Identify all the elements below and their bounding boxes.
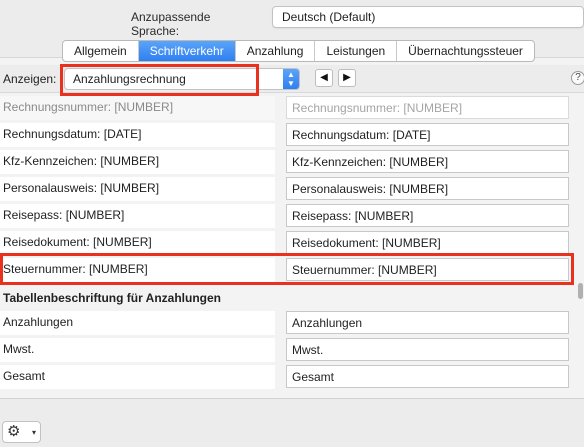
row-label-rechnungsnummer: Rechnungsnummer: [NUMBER] — [0, 96, 275, 120]
row-input-rechnungsnummer[interactable]: Rechnungsnummer: [NUMBER] — [286, 96, 569, 119]
row-label-kfz-kennzeichen: Kfz-Kennzeichen: [NUMBER] — [0, 150, 275, 174]
table-row-input-anzahlungen[interactable]: Anzahlungen — [286, 311, 569, 334]
show-label: Anzeigen: — [3, 72, 57, 86]
bottom-bar — [0, 398, 584, 447]
row-label-steuernummer: Steuernummer: [NUMBER] — [0, 258, 275, 282]
tab-allgemein[interactable]: Allgemein — [63, 41, 139, 61]
next-button[interactable]: ▶ — [338, 69, 356, 87]
row-input-rechnungsdatum[interactable]: Rechnungsdatum: [DATE] — [286, 123, 569, 146]
table-row-label-gesamt: Gesamt — [0, 365, 275, 389]
gear-icon: ⚙ — [7, 423, 21, 440]
table-row-label-mwst: Mwst. — [0, 338, 275, 362]
row-label-reisedokument: Reisedokument: [NUMBER] — [0, 231, 275, 255]
tab-schriftverkehr[interactable]: Schriftverkehr — [138, 41, 236, 61]
tab-bar: Allgemein Schriftverkehr Anzahlung Leist… — [62, 40, 535, 62]
chevron-down-icon: ▾ — [31, 428, 36, 437]
row-input-reisepass[interactable]: Reisepass: [NUMBER] — [286, 204, 569, 227]
help-icon[interactable]: ? — [571, 71, 584, 85]
row-input-kfz-kennzeichen[interactable]: Kfz-Kennzeichen: [NUMBER] — [286, 150, 569, 173]
gear-menu-button[interactable]: ⚙ ▾ — [2, 421, 41, 443]
chevron-updown-icon: ▲ ▼ — [283, 69, 299, 89]
tab-leistungen[interactable]: Leistungen — [315, 41, 398, 61]
row-input-personalausweis[interactable]: Personalausweis: [NUMBER] — [286, 177, 569, 200]
document-type-select[interactable]: Anzahlungsrechnung ▲ ▼ — [64, 68, 300, 90]
table-row-input-mwst[interactable]: Mwst. — [286, 338, 569, 361]
section-title: Tabellenbeschriftung für Anzahlungen — [3, 291, 222, 305]
tab-anzahlung[interactable]: Anzahlung — [236, 41, 316, 61]
scrollbar-thumb[interactable] — [578, 283, 583, 299]
row-input-reisedokument[interactable]: Reisedokument: [NUMBER] — [286, 231, 569, 254]
language-select[interactable]: Deutsch (Default) — [272, 6, 584, 28]
previous-button[interactable]: ◀ — [315, 69, 333, 87]
row-label-reisepass: Reisepass: [NUMBER] — [0, 204, 275, 228]
row-input-steuernummer[interactable]: Steuernummer: [NUMBER] — [286, 258, 569, 281]
row-label-personalausweis: Personalausweis: [NUMBER] — [0, 177, 275, 201]
document-type-value: Anzahlungsrechnung — [73, 72, 186, 86]
language-label: Anzupassende Sprache: — [131, 10, 211, 38]
table-row-input-gesamt[interactable]: Gesamt — [286, 365, 569, 388]
table-row-label-anzahlungen: Anzahlungen — [0, 311, 275, 335]
tab-uebernachtungssteuer[interactable]: Übernachtungssteuer — [397, 41, 534, 61]
row-label-rechnungsdatum: Rechnungsdatum: [DATE] — [0, 123, 275, 147]
